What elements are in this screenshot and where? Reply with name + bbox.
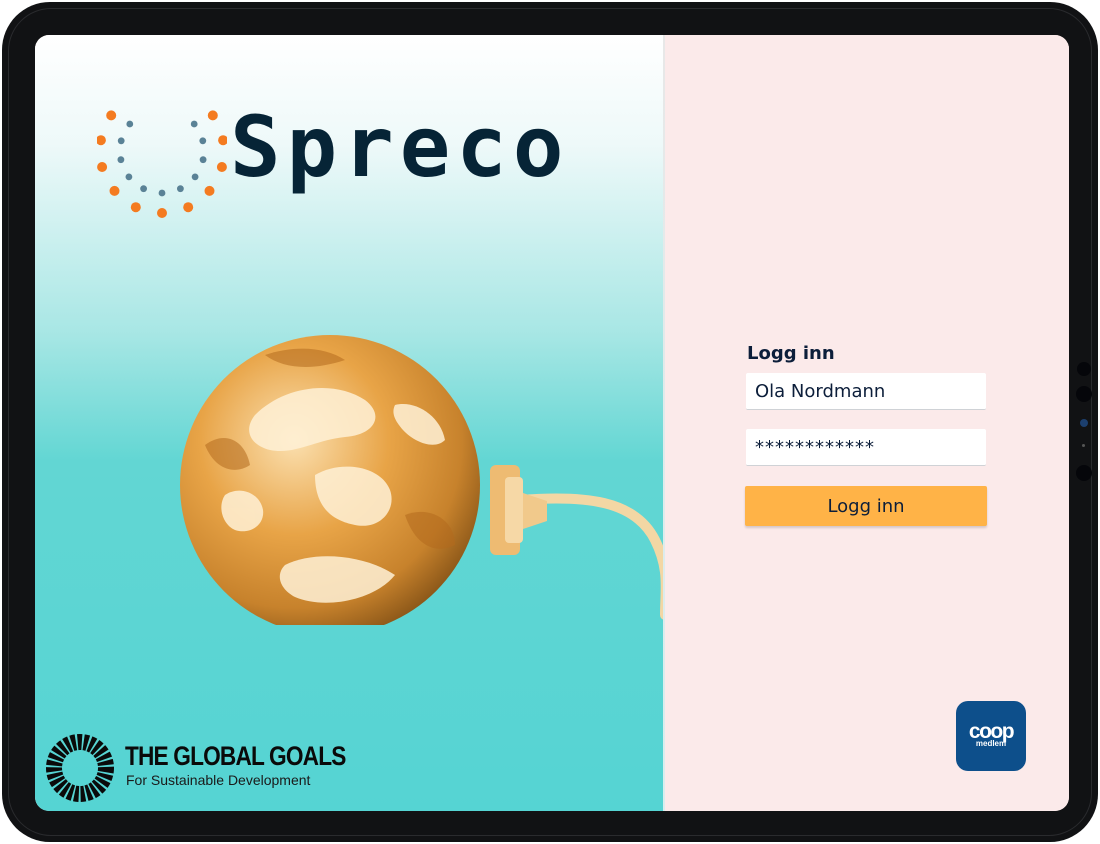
password-field[interactable]	[746, 429, 986, 466]
login-heading: Logg inn	[747, 343, 835, 364]
brand-panel: Spreco THE GLOBAL GOALS For Sustainable …	[35, 35, 664, 811]
global-goals-subtitle: For Sustainable Development	[126, 772, 311, 788]
sensor-dot	[1077, 362, 1091, 376]
camera-sensors	[1073, 362, 1097, 492]
username-field[interactable]	[746, 373, 986, 410]
sensor-dot	[1082, 444, 1085, 447]
coop-logo-sub: medlem	[975, 739, 1007, 748]
plugged-earth-icon	[180, 335, 664, 625]
screen: Spreco THE GLOBAL GOALS For Sustainable …	[35, 35, 1069, 811]
coop-member-badge[interactable]: coop medlem	[956, 701, 1026, 771]
camera-lens	[1080, 419, 1088, 427]
login-button[interactable]: Logg inn	[745, 486, 987, 526]
sensor-dot	[1076, 465, 1092, 481]
global-goals-logo: THE GLOBAL GOALS For Sustainable Develop…	[45, 733, 346, 805]
global-goals-wheel-icon	[46, 734, 114, 802]
sensor-dot	[1076, 386, 1092, 402]
global-goals-title: THE GLOBAL GOALS	[125, 741, 346, 771]
spreco-dots-icon	[97, 110, 227, 218]
login-panel: Logg inn Logg inn	[665, 35, 1069, 811]
spreco-logo-text: Spreco	[230, 98, 570, 196]
tablet-frame: Spreco THE GLOBAL GOALS For Sustainable …	[2, 2, 1098, 842]
